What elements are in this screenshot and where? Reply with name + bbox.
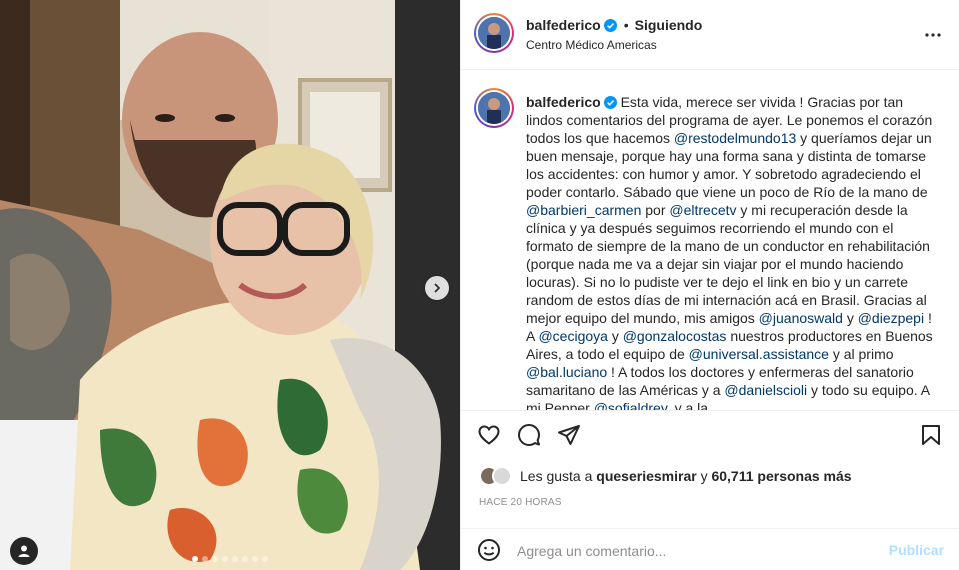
header-username[interactable]: balfederico [526,17,601,33]
publish-button[interactable]: Publicar [889,542,944,558]
mention-link[interactable]: @bal.luciano [526,364,607,380]
likes-text: Les gusta a queseriesmirar y 60,711 pers… [520,468,852,484]
emoji-icon[interactable] [477,538,501,562]
mention-link[interactable]: @restodelmundo13 [674,130,796,146]
post-timestamp[interactable]: HACE 20 HORAS [479,497,562,508]
carousel-dot [232,556,238,562]
profile-photo [478,17,510,49]
carousel-dot [222,556,228,562]
chevron-right-icon [434,283,441,293]
post-photo[interactable] [0,0,460,570]
separator-bullet: • [623,17,629,33]
carousel-dot [212,556,218,562]
more-options-icon[interactable] [924,26,942,44]
instagram-post: balfederico • Siguiendo Centro Médico Am… [0,0,959,570]
post-header: balfederico • Siguiendo Centro Médico Am… [461,0,959,70]
selfie-photo [0,0,460,570]
caption-text-segment: y mi recuperación desde la clínica y ya … [526,202,930,326]
likes-summary: Les gusta a queseriesmirar y 60,711 pers… [479,466,852,486]
verified-badge-icon [603,18,617,32]
mention-link[interactable]: @juanoswald [759,310,843,326]
caption-avatar[interactable] [474,88,514,128]
post-side-panel: balfederico • Siguiendo Centro Médico Am… [460,0,959,570]
likes-prefix: Les gusta a [520,468,597,484]
caption-area: balfederico Esta vida, merece ser vivida… [461,71,959,411]
next-image-button[interactable] [425,276,449,300]
profile-photo [478,92,510,124]
comment-icon[interactable] [517,423,541,447]
comment-bar: Publicar [461,528,959,570]
carousel-dot [252,556,258,562]
header-user-line: balfederico • Siguiendo [526,17,702,33]
carousel-dot [202,556,208,562]
carousel-dot [192,556,198,562]
caption-text: Esta vida, merece ser vivida ! Gracias p… [526,94,933,411]
liker-username[interactable]: queseriesmirar [596,468,696,484]
liker-avatar[interactable] [492,466,512,486]
mention-link[interactable]: @diezpepi [858,310,924,326]
mention-link[interactable]: @barbieri_carmen [526,202,641,218]
caption-text-segment: por [641,202,670,218]
post-caption: balfederico Esta vida, merece ser vivida… [526,93,941,411]
caption-text-segment: y [607,328,623,344]
likes-count-link[interactable]: 60,711 personas más [711,468,851,484]
carousel-dot [242,556,248,562]
actions-section: Les gusta a queseriesmirar y 60,711 pers… [461,410,959,570]
avatar[interactable] [474,13,514,53]
location-link[interactable]: Centro Médico Americas [526,38,657,52]
following-button[interactable]: Siguiendo [635,17,703,33]
mention-link[interactable]: @eltrecetv [669,202,736,218]
mention-link[interactable]: @universal.assistance [689,346,829,362]
caption-username[interactable]: balfederico [526,94,601,110]
carousel-dot [262,556,268,562]
caption-text-segment: y al primo [828,346,894,362]
bookmark-icon[interactable] [919,423,943,447]
verified-badge-icon [603,96,617,109]
mention-link[interactable]: @cecigoya [538,328,607,344]
mention-link[interactable]: @gonzalocostas [623,328,727,344]
carousel-dots [0,556,460,562]
comment-input[interactable] [517,541,877,561]
likes-middle: y [696,468,712,484]
heart-icon[interactable] [477,423,501,447]
caption-text-segment: y [842,310,858,326]
share-icon[interactable] [557,423,581,447]
mention-link[interactable]: @danielscioli [724,382,807,398]
